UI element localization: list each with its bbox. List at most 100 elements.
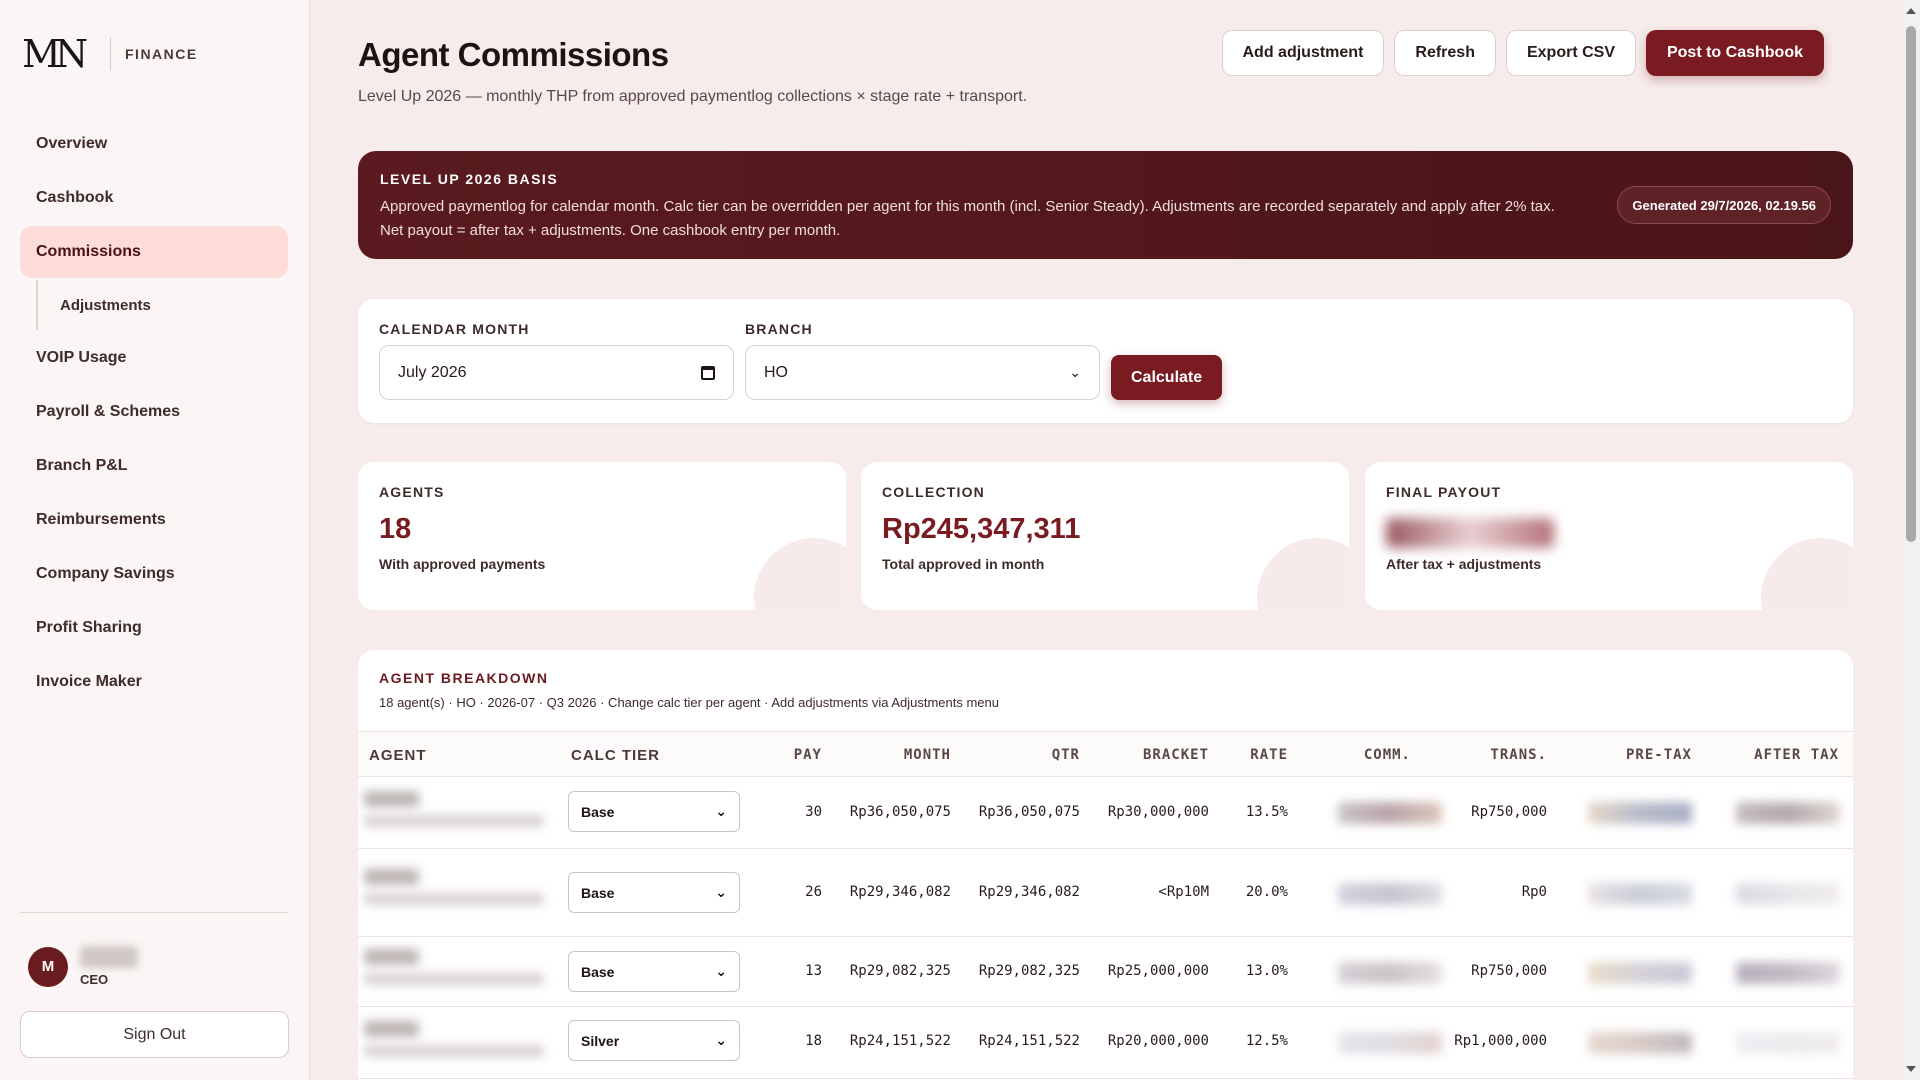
- th-trans[interactable]: TRANS.: [1490, 747, 1547, 763]
- cell-after-tax-redacted: [1736, 1032, 1840, 1054]
- cell-comm-redacted: [1338, 962, 1442, 984]
- post-to-cashbook-button[interactable]: Post to Cashbook: [1645, 30, 1824, 76]
- sidebar-item-commissions[interactable]: Commissions: [20, 226, 288, 278]
- calculate-button[interactable]: Calculate: [1111, 355, 1223, 400]
- cell-comm-redacted: [1338, 1032, 1442, 1054]
- cell-month: Rp29,346,082: [849, 884, 951, 900]
- sidebar-item-voip-usage[interactable]: VOIP Usage: [20, 332, 288, 384]
- brand-divider: [110, 37, 111, 71]
- sidebar-item-overview[interactable]: Overview: [20, 118, 288, 170]
- refresh-button[interactable]: Refresh: [1394, 30, 1496, 76]
- cell-trans: Rp750,000: [1471, 963, 1547, 979]
- banner-text: Approved paymentlog for calendar month. …: [380, 198, 1555, 239]
- cell-bracket: Rp30,000,000: [1107, 804, 1209, 820]
- th-after-tax[interactable]: AFTER TAX: [1754, 747, 1839, 763]
- sidebar-item-reimbursements[interactable]: Reimbursements: [20, 494, 288, 546]
- cell-bracket: Rp25,000,000: [1107, 963, 1209, 979]
- month-label: CALENDAR MONTH: [379, 321, 530, 337]
- calc-tier-select[interactable]: Silver ⌄: [568, 1020, 740, 1061]
- calendar-icon[interactable]: [701, 365, 715, 380]
- user-profile[interactable]: M CEO: [28, 946, 138, 987]
- export-csv-button[interactable]: Export CSV: [1505, 30, 1636, 76]
- th-qtr[interactable]: QTR: [1052, 747, 1080, 763]
- cell-pay: 30: [805, 804, 822, 820]
- sidebar: MN FINANCE Overview Cashbook Commissions…: [0, 0, 310, 1080]
- th-comm[interactable]: COMM.: [1364, 747, 1411, 763]
- sidebar-item-payroll[interactable]: Payroll & Schemes: [20, 386, 288, 438]
- cell-after-tax-redacted: [1736, 883, 1840, 905]
- brand-label: FINANCE: [125, 46, 198, 62]
- sidebar-divider: [20, 912, 288, 913]
- cell-rate: 13.0%: [1245, 963, 1288, 979]
- chevron-down-icon: ⌄: [715, 884, 727, 900]
- sidebar-item-profit-sharing[interactable]: Profit Sharing: [20, 602, 288, 654]
- calc-tier-select[interactable]: Base ⌄: [568, 791, 740, 832]
- stat-agents-label: AGENTS: [379, 484, 445, 500]
- cell-trans: Rp1,000,000: [1454, 1033, 1547, 1049]
- scroll-down-arrow-icon[interactable]: [1906, 1066, 1916, 1072]
- stat-collection-value: Rp245,347,311: [882, 513, 1081, 545]
- stat-final-payout: FINAL PAYOUT After tax + adjustments: [1365, 462, 1853, 610]
- decorative-circle: [754, 538, 846, 610]
- table-row: Base ⌄ 30 Rp36,050,075 Rp36,050,075 Rp30,…: [358, 777, 1853, 849]
- stat-agents-value: 18: [379, 513, 412, 545]
- filters-card: CALENDAR MONTH July 2026 BRANCH HO ⌄ Cal…: [358, 299, 1853, 423]
- cell-qtr: Rp24,151,522: [978, 1033, 1080, 1049]
- th-month[interactable]: MONTH: [904, 747, 951, 763]
- agent-name-redacted: [364, 1021, 564, 1069]
- stat-payout-value-redacted: [1386, 518, 1554, 548]
- stat-payout-note: After tax + adjustments: [1386, 556, 1542, 572]
- table-header: AGENT CALC TIER PAY MONTH QTR BRACKET RA…: [358, 731, 1853, 777]
- table-title: AGENT BREAKDOWN: [379, 670, 549, 686]
- user-role: CEO: [80, 972, 109, 987]
- user-name-redacted: [80, 946, 138, 968]
- cell-qtr: Rp36,050,075: [978, 804, 1080, 820]
- calc-tier-value: Base: [581, 803, 615, 820]
- cell-month: Rp24,151,522: [849, 1033, 951, 1049]
- add-adjustment-button[interactable]: Add adjustment: [1221, 30, 1385, 76]
- sidebar-item-adjustments[interactable]: Adjustments: [36, 280, 288, 330]
- th-agent[interactable]: AGENT: [369, 747, 427, 764]
- th-bracket[interactable]: BRACKET: [1143, 747, 1209, 763]
- stat-agents-note: With approved payments: [379, 556, 546, 572]
- cell-rate: 20.0%: [1245, 884, 1288, 900]
- agent-name-redacted: [364, 949, 564, 997]
- banner-title: LEVEL UP 2026 BASIS: [380, 171, 559, 187]
- calc-tier-select[interactable]: Base ⌄: [568, 872, 740, 913]
- page-scrollbar[interactable]: [1902, 0, 1920, 1080]
- sidebar-item-cashbook[interactable]: Cashbook: [20, 172, 288, 224]
- calc-tier-value: Silver: [581, 1032, 620, 1049]
- sidebar-nav: Overview Cashbook Commissions Adjustment…: [20, 118, 288, 710]
- scroll-up-arrow-icon[interactable]: [1906, 8, 1916, 14]
- cell-after-tax-redacted: [1736, 962, 1840, 984]
- calc-tier-select[interactable]: Base ⌄: [568, 951, 740, 992]
- th-calc-tier[interactable]: CALC TIER: [571, 747, 660, 764]
- sidebar-item-branch-pl[interactable]: Branch P&L: [20, 440, 288, 492]
- cell-pre-tax-redacted: [1588, 962, 1692, 984]
- scrollbar-thumb[interactable]: [1906, 26, 1916, 542]
- branch-value: HO: [764, 363, 788, 381]
- month-input[interactable]: July 2026: [379, 345, 734, 400]
- sidebar-item-company-savings[interactable]: Company Savings: [20, 548, 288, 600]
- th-rate[interactable]: RATE: [1250, 747, 1288, 763]
- main-content: Agent Commissions Level Up 2026 — monthl…: [310, 0, 1900, 1080]
- branch-label: BRANCH: [745, 321, 813, 337]
- th-pre-tax[interactable]: PRE-TAX: [1626, 747, 1692, 763]
- table-row: Silver ⌄ 18 Rp24,151,522 Rp24,151,522 Rp2…: [358, 1007, 1853, 1079]
- cell-bracket: Rp20,000,000: [1107, 1033, 1209, 1049]
- th-pay[interactable]: PAY: [794, 747, 822, 763]
- branch-select[interactable]: HO ⌄: [745, 345, 1100, 400]
- sign-out-button[interactable]: Sign Out: [20, 1011, 289, 1058]
- month-value: July 2026: [398, 363, 467, 381]
- generated-badge: Generated 29/7/2026, 02.19.56: [1617, 186, 1831, 224]
- cell-pre-tax-redacted: [1588, 1032, 1692, 1054]
- header-actions: Add adjustment Refresh Export CSV Post t…: [1221, 30, 1824, 76]
- chevron-down-icon: ⌄: [715, 803, 727, 819]
- chevron-down-icon: ⌄: [715, 963, 727, 979]
- table-row: Base ⌄ 26 Rp29,346,082 Rp29,346,082 <Rp10…: [358, 849, 1853, 937]
- cell-qtr: Rp29,346,082: [978, 884, 1080, 900]
- sidebar-item-invoice-maker[interactable]: Invoice Maker: [20, 656, 288, 708]
- cell-pay: 18: [805, 1033, 822, 1049]
- stat-collection-note: Total approved in month: [882, 556, 1045, 572]
- cell-pre-tax-redacted: [1588, 883, 1692, 905]
